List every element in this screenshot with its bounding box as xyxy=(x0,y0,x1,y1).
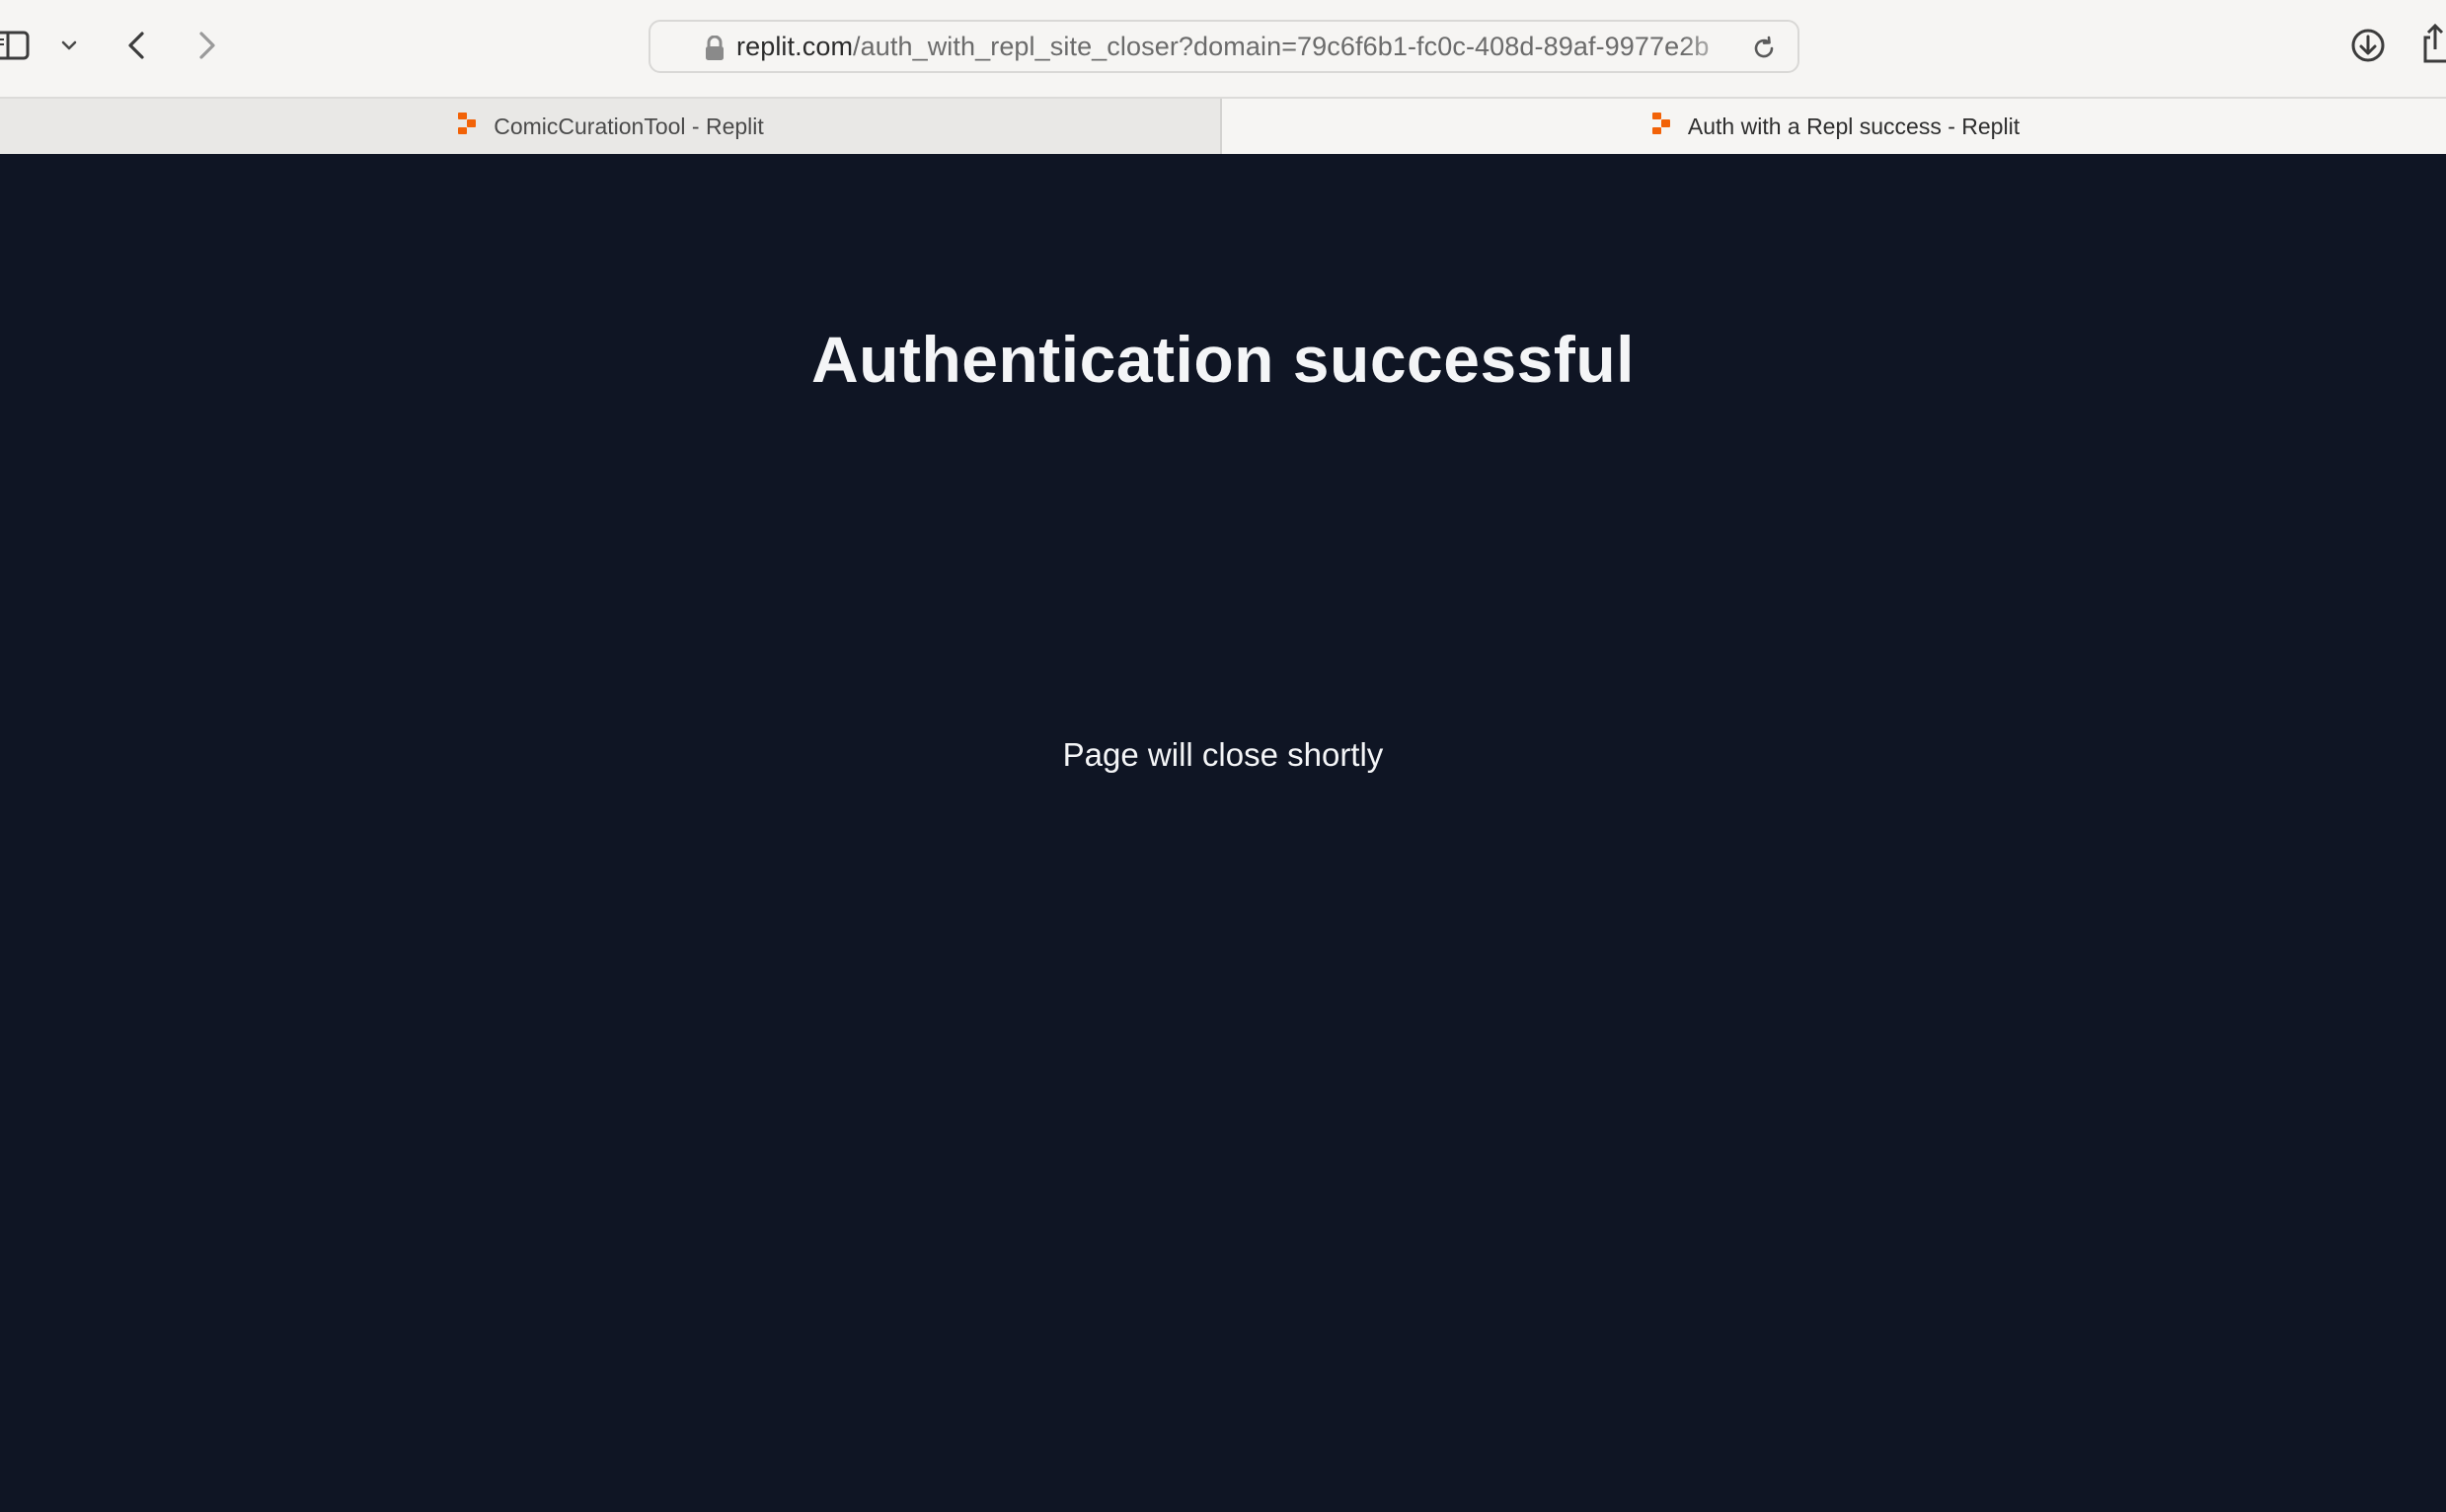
reload-icon[interactable] xyxy=(1750,35,1778,67)
url-text[interactable]: replit.com/auth_with_repl_site_closer?do… xyxy=(736,22,1723,71)
url-host: replit.com xyxy=(736,32,854,61)
lock-icon xyxy=(704,35,726,66)
tab-label: ComicCurationTool - Replit xyxy=(494,113,764,139)
tab-comic-curation-tool[interactable]: ComicCurationTool - Replit xyxy=(0,99,1222,154)
close-message: Page will close shortly xyxy=(1062,736,1384,773)
replit-favicon-icon xyxy=(1650,112,1672,141)
share-icon[interactable] xyxy=(2420,22,2446,65)
tab-bar: ComicCurationTool - Replit Auth with a R… xyxy=(0,97,2446,154)
url-fade xyxy=(1682,22,1741,71)
chevron-down-icon[interactable] xyxy=(57,34,81,57)
tab-auth-success[interactable]: Auth with a Repl success - Replit xyxy=(1224,99,2446,154)
address-bar[interactable]: replit.com/auth_with_repl_site_closer?do… xyxy=(649,20,1799,73)
browser-toolbar: replit.com/auth_with_repl_site_closer?do… xyxy=(0,0,2446,97)
page-title: Authentication successful xyxy=(811,323,1635,396)
download-icon[interactable] xyxy=(2349,27,2387,64)
sidebar-icon[interactable] xyxy=(0,30,36,61)
page-content: Authentication successful Page will clos… xyxy=(0,154,2446,1512)
replit-favicon-icon xyxy=(456,112,478,141)
chevron-left-icon[interactable] xyxy=(118,27,156,64)
chevron-right-icon[interactable] xyxy=(188,27,225,64)
tab-label: Auth with a Repl success - Replit xyxy=(1687,113,2021,139)
url-path: /auth_with_repl_site_closer?domain=79c6f… xyxy=(853,32,1710,61)
